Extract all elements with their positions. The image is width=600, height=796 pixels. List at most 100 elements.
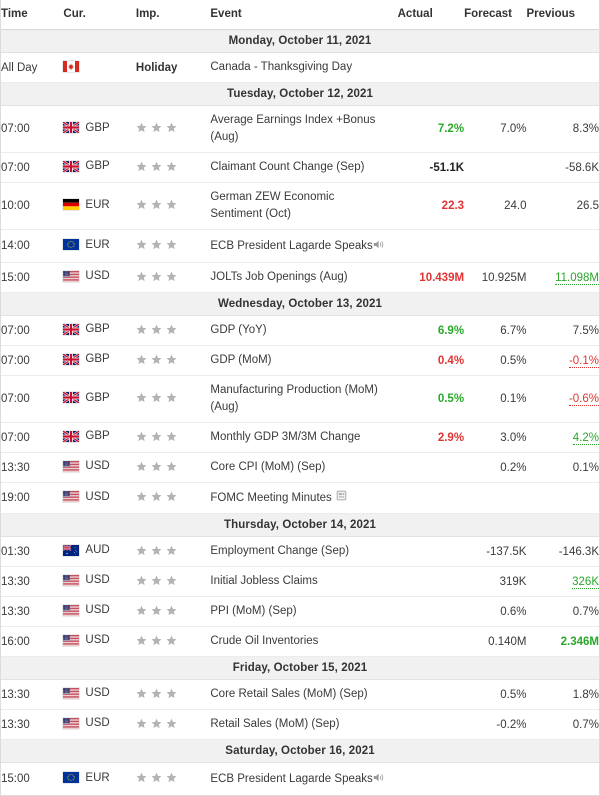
previous-value[interactable]: -0.6% <box>568 393 599 406</box>
event-name[interactable]: Claimant Count Change (Sep) <box>210 152 398 183</box>
star-icon <box>136 161 147 172</box>
event-previous: -146.3K <box>526 536 599 568</box>
event-name[interactable]: Average Earnings Index +Bonus (Aug) <box>210 105 398 153</box>
table-row[interactable]: 15:00 EUR ECB President Lagarde Speaks <box>1 762 599 796</box>
day-header-row: Saturday, October 16, 2021 <box>1 739 599 764</box>
event-currency: EUR <box>63 229 136 263</box>
star-icon <box>136 239 147 250</box>
event-currency: GBP <box>63 105 136 153</box>
event-name[interactable]: Employment Change (Sep) <box>210 536 398 568</box>
table-row[interactable]: 13:30 USD Initial Jobless Claims 319K 326K <box>1 566 599 598</box>
event-title: Crude Oil Inventories <box>210 635 319 648</box>
previous-value[interactable]: -0.1% <box>568 354 599 368</box>
table-row[interactable]: 01:30 AUD Employment Change (Sep) -137.5K -1… <box>1 536 599 568</box>
importance-stars <box>136 605 177 616</box>
previous-value: -146.3K <box>558 545 599 558</box>
previous-value[interactable]: 326K <box>572 575 599 589</box>
event-forecast: 0.140M <box>464 626 527 658</box>
table-row[interactable]: 07:00 GBP Claimant Count Change (Sep) -51.1… <box>1 152 599 183</box>
column-header-previous[interactable]: Previous <box>526 0 599 30</box>
table-row[interactable]: 07:00 GBP GDP (MoM) 0.4% 0.5% -0.1% <box>1 345 599 376</box>
forecast-value: -0.2% <box>496 718 527 731</box>
gb-flag-icon <box>63 160 80 172</box>
speaker-icon[interactable] <box>373 772 385 788</box>
star-icon <box>166 354 177 365</box>
event-actual: 10.439M <box>397 262 465 293</box>
event-name[interactable]: Initial Jobless Claims <box>210 566 398 598</box>
star-icon <box>136 431 147 442</box>
event-name[interactable]: ECB President Lagarde Speaks <box>210 762 398 796</box>
event-name[interactable]: Monthly GDP 3M/3M Change <box>210 422 398 453</box>
forecast-value: 24.0 <box>504 200 527 212</box>
table-row[interactable]: 07:00 GBP Monthly GDP 3M/3M Change 2.9% 3.0%… <box>1 422 599 453</box>
event-name[interactable]: JOLTs Job Openings (Aug) <box>210 262 398 293</box>
star-icon <box>166 718 177 729</box>
event-name[interactable]: FOMC Meeting Minutes <box>210 482 398 515</box>
column-header-time[interactable]: Time <box>1 0 64 30</box>
column-header-currency[interactable]: Cur. <box>63 0 136 30</box>
importance-stars <box>136 392 177 403</box>
column-header-event[interactable]: Event <box>210 0 398 30</box>
table-row[interactable]: 15:00 USD JOLTs Job Openings (Aug) 10.439M 1… <box>1 262 599 293</box>
event-name[interactable]: German ZEW Economic Sentiment (Oct) <box>210 182 398 230</box>
document-icon[interactable] <box>336 490 347 506</box>
event-previous: 326K <box>526 566 599 598</box>
table-row[interactable]: 13:30 USD Core CPI (MoM) (Sep) 0.2% 0.1% <box>1 452 599 483</box>
event-importance: Holiday <box>135 52 211 83</box>
previous-value[interactable]: 4.2% <box>572 431 599 445</box>
column-header-importance[interactable]: Imp. <box>135 0 211 30</box>
event-currency: USD <box>63 452 136 483</box>
event-name[interactable]: GDP (YoY) <box>210 315 398 346</box>
table-row[interactable]: 16:00 USD Crude Oil Inventories 0.140M 2.346… <box>1 626 599 658</box>
us-flag-icon <box>63 574 80 586</box>
table-row[interactable]: 10:00 EUR German ZEW Economic Sentiment (Oc… <box>1 182 599 230</box>
speaker-icon[interactable] <box>373 239 385 255</box>
event-name[interactable]: Canada - Thanksgiving Day <box>210 52 398 83</box>
event-title: Employment Change (Sep) <box>210 545 350 558</box>
table-row[interactable]: All Day Holiday Canada - Thanksgiving Day <box>1 52 599 83</box>
star-icon <box>151 354 162 365</box>
event-name[interactable]: Core CPI (MoM) (Sep) <box>210 452 398 483</box>
table-row[interactable]: 07:00 GBP GDP (YoY) 6.9% 6.7% 7.5% <box>1 315 599 346</box>
forecast-value: 0.5% <box>500 688 527 701</box>
event-name[interactable]: GDP (MoM) <box>210 345 398 376</box>
event-previous: 0.1% <box>526 452 599 483</box>
previous-value[interactable]: 11.098M <box>555 271 599 285</box>
event-name[interactable]: ECB President Lagarde Speaks <box>210 229 398 263</box>
event-actual <box>397 679 465 711</box>
table-row[interactable]: 14:00 EUR ECB President Lagarde Speaks <box>1 229 599 263</box>
event-title-line2: Sentiment (Oct) <box>210 208 291 220</box>
column-header-forecast[interactable]: Forecast <box>464 0 527 30</box>
table-row[interactable]: 19:00 USD FOMC Meeting Minutes <box>1 482 599 515</box>
star-icon <box>151 605 162 616</box>
us-flag-icon <box>63 634 80 646</box>
event-previous: 1.8% <box>526 679 599 711</box>
event-importance <box>135 345 211 376</box>
star-icon <box>166 239 177 250</box>
gb-flag-icon <box>63 122 80 134</box>
table-row[interactable]: 07:00 GBP Average Earnings Index +Bonus (Au… <box>1 105 599 153</box>
event-title: FOMC Meeting Minutes <box>210 492 332 505</box>
currency-code: EUR <box>85 771 110 784</box>
previous-value: -58.6K <box>565 161 599 174</box>
currency-code: USD <box>85 270 110 283</box>
column-header-actual[interactable]: Actual <box>397 0 465 30</box>
star-icon <box>136 324 147 335</box>
event-forecast <box>464 229 527 263</box>
event-name[interactable]: Manufacturing Production (MoM) (Aug) <box>210 375 398 423</box>
forecast-value: -137.5K <box>486 545 527 558</box>
event-name[interactable]: Retail Sales (MoM) (Sep) <box>210 709 398 741</box>
event-name[interactable]: Core Retail Sales (MoM) (Sep) <box>210 679 398 711</box>
table-row[interactable]: 13:30 USD PPI (MoM) (Sep) 0.6% 0.7% <box>1 596 599 628</box>
holiday-label: Holiday <box>135 61 178 74</box>
importance-stars <box>136 122 177 133</box>
event-importance <box>135 229 211 263</box>
event-name[interactable]: PPI (MoM) (Sep) <box>210 596 398 628</box>
table-row[interactable]: 13:30 USD Retail Sales (MoM) (Sep) -0.2% 0.7… <box>1 709 599 741</box>
table-row[interactable]: 13:30 USD Core Retail Sales (MoM) (Sep) 0.5… <box>1 679 599 711</box>
table-row[interactable]: 07:00 GBP Manufacturing Production (MoM) (A… <box>1 375 599 423</box>
star-icon <box>151 122 162 133</box>
event-name[interactable]: Crude Oil Inventories <box>210 626 398 658</box>
currency-code: EUR <box>85 238 110 251</box>
currency-code: GBP <box>85 323 110 336</box>
